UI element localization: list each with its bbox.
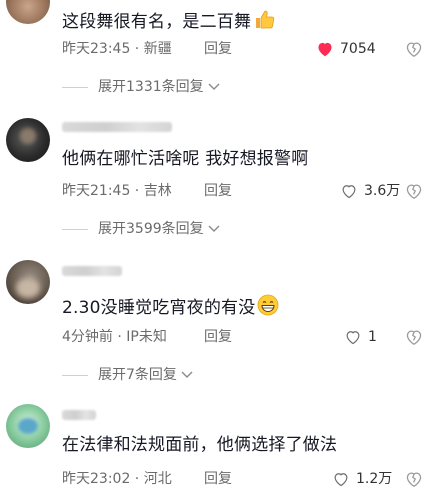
like-count: 1.2万 <box>356 471 393 487</box>
divider-line <box>62 86 88 88</box>
chevron-down-icon <box>208 225 220 232</box>
comment-time: 4分钟前 <box>62 329 113 345</box>
chevron-down-icon <box>208 83 220 90</box>
like-count: 3.6万 <box>364 183 401 199</box>
comment-meta: 昨天21:45 · 吉林 <box>62 182 172 200</box>
meta-separator: · <box>130 41 144 57</box>
heart-filled-icon <box>318 42 332 57</box>
comment-location: IP未知 <box>126 329 167 345</box>
comment-text-content: 2.30没睡觉吃宵夜的有没 <box>62 298 256 318</box>
grinning-face-emoji-icon <box>257 294 279 322</box>
like-count: 1 <box>368 329 377 345</box>
meta-separator: · <box>112 329 127 345</box>
avatar[interactable] <box>6 0 50 24</box>
reply-button[interactable]: 回复 <box>204 328 232 346</box>
avatar[interactable] <box>6 404 50 448</box>
reply-button[interactable]: 回复 <box>204 40 232 58</box>
like-button[interactable]: 7054 <box>316 40 376 58</box>
comment-text: 他俩在哪忙活啥呢 我好想报警啊 <box>62 149 309 169</box>
comment-time: 昨天23:45 <box>62 41 131 57</box>
expand-replies-label: 展开7条回复 <box>98 367 177 383</box>
dislike-heart-icon[interactable] <box>404 470 424 488</box>
comment-location: 河北 <box>143 471 172 487</box>
reply-button[interactable]: 回复 <box>204 182 232 200</box>
divider-line <box>62 228 88 230</box>
meta-separator: · <box>130 471 144 487</box>
expand-replies-button[interactable]: 展开7条回复 <box>62 366 193 384</box>
comment-meta: 昨天23:02 · 河北 <box>62 470 172 488</box>
username-blurred[interactable] <box>62 122 172 132</box>
reply-button[interactable]: 回复 <box>204 470 232 488</box>
divider-line <box>62 374 88 376</box>
like-count: 7054 <box>340 41 376 57</box>
avatar[interactable] <box>6 260 50 304</box>
dislike-heart-icon[interactable] <box>404 40 424 58</box>
comment-text-content: 这段舞很有名，是二百舞 <box>62 12 252 32</box>
meta-separator: · <box>130 183 144 199</box>
comment-location: 新疆 <box>143 41 172 57</box>
comment-time: 昨天21:45 <box>62 183 131 199</box>
comment-text: 在法律和法规面前，他俩选择了做法 <box>62 435 338 455</box>
username-blurred[interactable] <box>62 266 122 276</box>
username-blurred[interactable] <box>62 410 96 420</box>
heart-outline-icon <box>346 331 360 345</box>
expand-replies-button[interactable]: 展开1331条回复 <box>62 78 220 96</box>
expand-replies-label: 展开1331条回复 <box>98 79 204 95</box>
expand-replies-label: 展开3599条回复 <box>98 221 204 237</box>
comment-location: 吉林 <box>143 183 172 199</box>
comment-meta: 4分钟前 · IP未知 <box>62 328 167 346</box>
like-button[interactable]: 3.6万 <box>340 182 400 200</box>
avatar[interactable] <box>6 118 50 162</box>
comment-text: 这段舞很有名，是二百舞 <box>62 8 275 36</box>
dislike-heart-icon[interactable] <box>404 328 424 346</box>
thumbs-up-emoji-icon <box>253 8 275 36</box>
heart-outline-icon <box>342 185 356 199</box>
comment-meta: 昨天23:45 · 新疆 <box>62 40 172 58</box>
comment-time: 昨天23:02 <box>62 471 131 487</box>
chevron-down-icon <box>181 371 193 378</box>
like-button[interactable]: 1 <box>344 328 377 346</box>
dislike-heart-icon[interactable] <box>404 182 424 200</box>
comment-text: 2.30没睡觉吃宵夜的有没 <box>62 294 279 322</box>
heart-outline-icon <box>334 473 348 487</box>
expand-replies-button[interactable]: 展开3599条回复 <box>62 220 220 238</box>
like-button[interactable]: 1.2万 <box>332 470 392 488</box>
